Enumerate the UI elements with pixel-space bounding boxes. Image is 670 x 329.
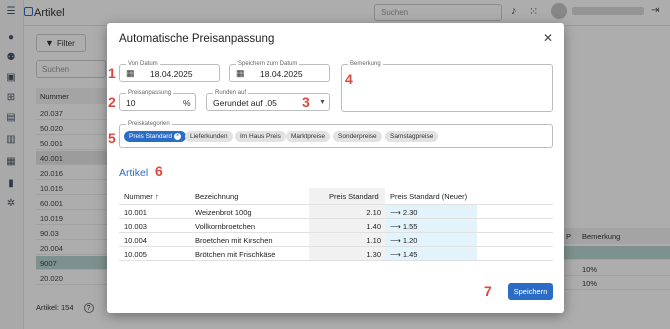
table-row[interactable]: 10.003 Vollkornbroetchen 1.40 ⟶ 1.55	[119, 218, 553, 232]
runden-auf-value: Gerundet auf .05	[213, 98, 277, 108]
preisanpassung-value: 10	[126, 98, 136, 108]
von-datum-field[interactable]: Von Datum ▦ 18.04.2025	[119, 60, 220, 82]
runden-auf-select[interactable]: Runden auf Gerundet auf .05 ▼	[206, 89, 330, 111]
cell-nummer: 10.003	[124, 222, 147, 231]
marker-6: 6	[155, 163, 163, 179]
speichern-zum-datum-field[interactable]: Speichern zum Datum ▦ 18.04.2025	[229, 60, 330, 82]
von-datum-label: Von Datum	[126, 60, 160, 68]
von-datum-value: 18.04.2025	[150, 69, 193, 79]
preisanpassung-label: Preisanpassung	[126, 89, 174, 97]
table-bottom-border	[119, 260, 553, 261]
cell-preis-standard: 1.10	[366, 236, 381, 245]
cell-nummer: 10.005	[124, 250, 147, 259]
marker-2: 2	[108, 94, 116, 110]
header-bezeichnung[interactable]: Bezeichnung	[195, 188, 238, 204]
chip-lieferkunden[interactable]: Lieferkunden	[185, 131, 233, 142]
close-icon[interactable]: ✕	[541, 31, 555, 45]
chip-preis-standard[interactable]: Preis Standard ×	[124, 131, 186, 142]
bemerkung-field[interactable]: Bemerkung	[341, 60, 553, 112]
chip-remove-icon[interactable]: ×	[174, 133, 181, 140]
bemerkung-label: Bemerkung	[348, 60, 383, 68]
header-nummer[interactable]: Nummer	[124, 188, 153, 204]
marker-1: 1	[108, 65, 116, 81]
marker-5: 5	[108, 130, 116, 146]
table-row[interactable]: 10.001 Weizenbrot 100g 2.10 ⟶ 2.30	[119, 204, 553, 218]
cell-preis-neu: ⟶ 1.55	[390, 222, 418, 231]
marker-7: 7	[484, 283, 492, 299]
chip-sonderpreise[interactable]: Sonderpreise	[333, 131, 382, 142]
save-button[interactable]: Speichern	[508, 283, 553, 300]
cell-bezeichnung: Vollkornbroetchen	[195, 222, 256, 231]
speichern-zum-datum-value: 18.04.2025	[260, 69, 303, 79]
cell-preis-standard: 1.30	[366, 250, 381, 259]
cell-preis-neu: ⟶ 1.45	[390, 250, 418, 259]
chip-im-haus-preis[interactable]: Im Haus Preis	[235, 131, 286, 142]
price-adjustment-dialog: Automatische Preisanpassung ✕ Von Datum …	[107, 23, 564, 313]
cell-bezeichnung: Broetchen mit Kirschen	[195, 236, 273, 245]
preisanpassung-field[interactable]: Preisanpassung 10 %	[119, 89, 196, 111]
cell-nummer: 10.004	[124, 236, 147, 245]
percent-unit: %	[183, 98, 191, 108]
header-preis-standard[interactable]: Preis Standard	[329, 188, 379, 204]
dialog-title: Automatische Preisanpassung	[119, 33, 275, 45]
cell-preis-neu: ⟶ 2.30	[390, 208, 418, 217]
chip-samstagpreise[interactable]: Samstagpreise	[385, 131, 439, 142]
chip-label: Preis Standard	[129, 133, 172, 140]
marker-3: 3	[302, 94, 310, 110]
marker-4: 4	[345, 71, 353, 87]
header-preis-neu[interactable]: Preis Standard (Neuer)	[390, 188, 467, 204]
cell-bezeichnung: Brötchen mit Frischkäse	[195, 250, 276, 259]
table-row[interactable]: 10.004 Broetchen mit Kirschen 1.10 ⟶ 1.20	[119, 232, 553, 246]
cell-nummer: 10.001	[124, 208, 147, 217]
calendar-icon[interactable]: ▦	[126, 68, 135, 79]
speichern-zum-datum-label: Speichern zum Datum	[236, 60, 300, 68]
cell-preis-neu: ⟶ 1.20	[390, 236, 418, 245]
preiskategorien-label: Preiskategorien	[126, 120, 172, 128]
chip-marktpreise[interactable]: Marktpreise	[286, 131, 330, 142]
runden-auf-label: Runden auf	[213, 89, 249, 97]
sort-arrow-icon[interactable]: ↑	[155, 188, 159, 204]
table-row[interactable]: 10.005 Brötchen mit Frischkäse 1.30 ⟶ 1.45	[119, 246, 553, 260]
cell-preis-standard: 2.10	[366, 208, 381, 217]
chevron-down-icon[interactable]: ▼	[319, 99, 326, 106]
cell-preis-standard: 1.40	[366, 222, 381, 231]
calendar-icon[interactable]: ▦	[236, 68, 245, 79]
cell-bezeichnung: Weizenbrot 100g	[195, 208, 252, 217]
section-title-artikel: Artikel	[119, 167, 149, 179]
